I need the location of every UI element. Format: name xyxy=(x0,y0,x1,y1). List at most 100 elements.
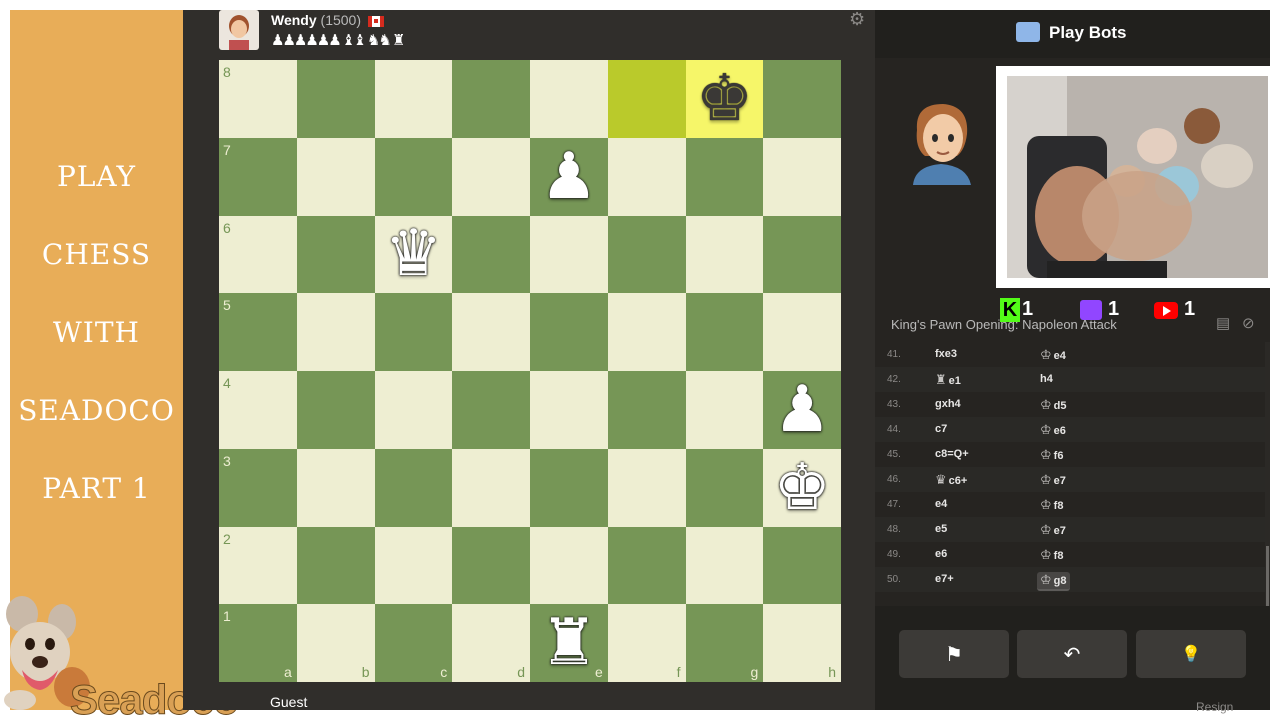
square-a2[interactable]: 2 xyxy=(219,526,297,605)
square-f7[interactable] xyxy=(607,137,686,216)
square-e6[interactable] xyxy=(530,215,608,294)
chess-board[interactable]: 8 ♚ 7 ♟ 6 ♛ 5 4 ♟ 3 ♚ 2 1 a b c d e ♜ f g h xyxy=(219,60,841,682)
square-b5[interactable] xyxy=(296,293,375,371)
white-move[interactable]: e7+ xyxy=(935,573,954,585)
square-h3[interactable]: ♚ xyxy=(763,448,841,527)
square-e2[interactable] xyxy=(530,526,608,605)
black-move[interactable]: ♔ f8 xyxy=(1040,548,1063,563)
square-h4[interactable]: ♟ xyxy=(763,371,841,449)
piece-c6[interactable]: ♛ xyxy=(385,222,442,286)
square-e4[interactable] xyxy=(530,371,608,449)
bot-avatar[interactable] xyxy=(905,100,977,185)
black-move[interactable]: ♔ e6 xyxy=(1040,423,1066,438)
piece-e1[interactable]: ♜ xyxy=(540,611,597,675)
square-b2[interactable] xyxy=(296,526,375,605)
square-f3[interactable] xyxy=(607,448,686,527)
square-g7[interactable] xyxy=(685,137,764,216)
compass-icon[interactable]: ⊘ xyxy=(1242,314,1258,332)
resign-link[interactable]: Resign xyxy=(1196,700,1233,714)
square-g8[interactable]: ♚ xyxy=(685,60,764,138)
white-move[interactable]: c7 xyxy=(935,423,947,435)
square-d5[interactable] xyxy=(452,293,530,371)
square-d2[interactable] xyxy=(452,526,530,605)
square-c7[interactable] xyxy=(374,137,453,216)
square-b6[interactable] xyxy=(296,215,375,294)
square-f8[interactable] xyxy=(607,60,686,138)
square-a6[interactable]: 6 xyxy=(219,215,297,294)
square-b4[interactable] xyxy=(296,371,375,449)
square-h1[interactable]: h xyxy=(763,604,841,682)
square-f5[interactable] xyxy=(607,293,686,371)
square-g2[interactable] xyxy=(685,526,764,605)
square-c5[interactable] xyxy=(374,293,453,371)
white-move[interactable]: gxh4 xyxy=(935,398,961,410)
white-move[interactable]: e5 xyxy=(935,523,947,535)
square-d4[interactable] xyxy=(452,371,530,449)
square-f1[interactable]: f xyxy=(607,604,686,682)
square-g4[interactable] xyxy=(685,371,764,449)
black-move[interactable]: ♔ e7 xyxy=(1040,473,1066,488)
opening-name[interactable]: King's Pawn Opening: Napoleon Attack xyxy=(891,317,1117,332)
move-list[interactable]: 41. fxe3 ♔ e4 42. ♜ e1 h4 43. gxh4 ♔ d5 44. c7 ♔ e6 45. c… xyxy=(875,342,1265,606)
square-e7[interactable]: ♟ xyxy=(530,137,608,216)
square-h8[interactable] xyxy=(763,60,841,138)
square-c3[interactable] xyxy=(374,448,453,527)
scrollbar-thumb[interactable] xyxy=(1266,546,1269,606)
opponent-name[interactable]: Wendy (1500) xyxy=(271,12,384,28)
square-a4[interactable]: 4 xyxy=(219,371,297,449)
black-move[interactable]: ♔ f6 xyxy=(1040,448,1063,463)
takeback-button[interactable]: ↶ xyxy=(1017,630,1127,678)
abort-button[interactable]: ⚑ xyxy=(899,630,1009,678)
square-h7[interactable] xyxy=(763,137,841,216)
square-b1[interactable]: b xyxy=(296,604,375,682)
square-g1[interactable]: g xyxy=(685,604,764,682)
square-h2[interactable] xyxy=(763,526,841,605)
white-move[interactable]: ♛ c6+ xyxy=(935,473,967,488)
gear-icon[interactable]: ⚙ xyxy=(849,10,867,28)
square-c4[interactable] xyxy=(374,371,453,449)
square-d3[interactable] xyxy=(452,448,530,527)
white-move[interactable]: e6 xyxy=(935,548,947,560)
square-e1[interactable]: e ♜ xyxy=(530,604,608,682)
square-b3[interactable] xyxy=(296,448,375,527)
square-e5[interactable] xyxy=(530,293,608,371)
bottom-player-name[interactable]: Guest xyxy=(270,694,307,710)
square-b8[interactable] xyxy=(296,60,375,138)
black-move[interactable]: ♔ e7 xyxy=(1040,523,1066,538)
square-a7[interactable]: 7 xyxy=(219,137,297,216)
white-move[interactable]: fxe3 xyxy=(935,348,957,360)
square-a8[interactable]: 8 xyxy=(219,60,297,138)
square-a1[interactable]: 1a xyxy=(219,604,297,682)
piece-h3[interactable]: ♚ xyxy=(773,456,830,520)
white-move[interactable]: c8=Q+ xyxy=(935,448,969,460)
black-move[interactable]: h4 xyxy=(1040,373,1053,385)
square-d6[interactable] xyxy=(452,215,530,294)
square-a5[interactable]: 5 xyxy=(219,293,297,371)
square-c2[interactable] xyxy=(374,526,453,605)
square-h5[interactable] xyxy=(763,293,841,371)
opponent-avatar[interactable] xyxy=(219,10,259,50)
square-f2[interactable] xyxy=(607,526,686,605)
square-e8[interactable] xyxy=(530,60,608,138)
piece-g8[interactable]: ♚ xyxy=(696,67,753,131)
black-move[interactable]: ♔ g8 xyxy=(1037,572,1070,591)
square-h6[interactable] xyxy=(763,215,841,294)
white-move[interactable]: e4 xyxy=(935,498,947,510)
square-f4[interactable] xyxy=(607,371,686,449)
black-move[interactable]: ♔ d5 xyxy=(1040,398,1067,413)
square-c1[interactable]: c xyxy=(374,604,453,682)
square-e3[interactable] xyxy=(530,448,608,527)
square-a3[interactable]: 3 xyxy=(219,448,297,527)
black-move[interactable]: ♔ e4 xyxy=(1040,348,1066,363)
book-icon[interactable]: ▤ xyxy=(1216,314,1232,332)
black-move[interactable]: ♔ f8 xyxy=(1040,498,1063,513)
square-b7[interactable] xyxy=(296,137,375,216)
square-g5[interactable] xyxy=(685,293,764,371)
white-move[interactable]: ♜ e1 xyxy=(935,373,961,388)
square-c8[interactable] xyxy=(374,60,453,138)
square-d7[interactable] xyxy=(452,137,530,216)
square-c6[interactable]: ♛ xyxy=(374,215,453,294)
piece-h4[interactable]: ♟ xyxy=(773,378,830,442)
square-g3[interactable] xyxy=(685,448,764,527)
square-g6[interactable] xyxy=(685,215,764,294)
